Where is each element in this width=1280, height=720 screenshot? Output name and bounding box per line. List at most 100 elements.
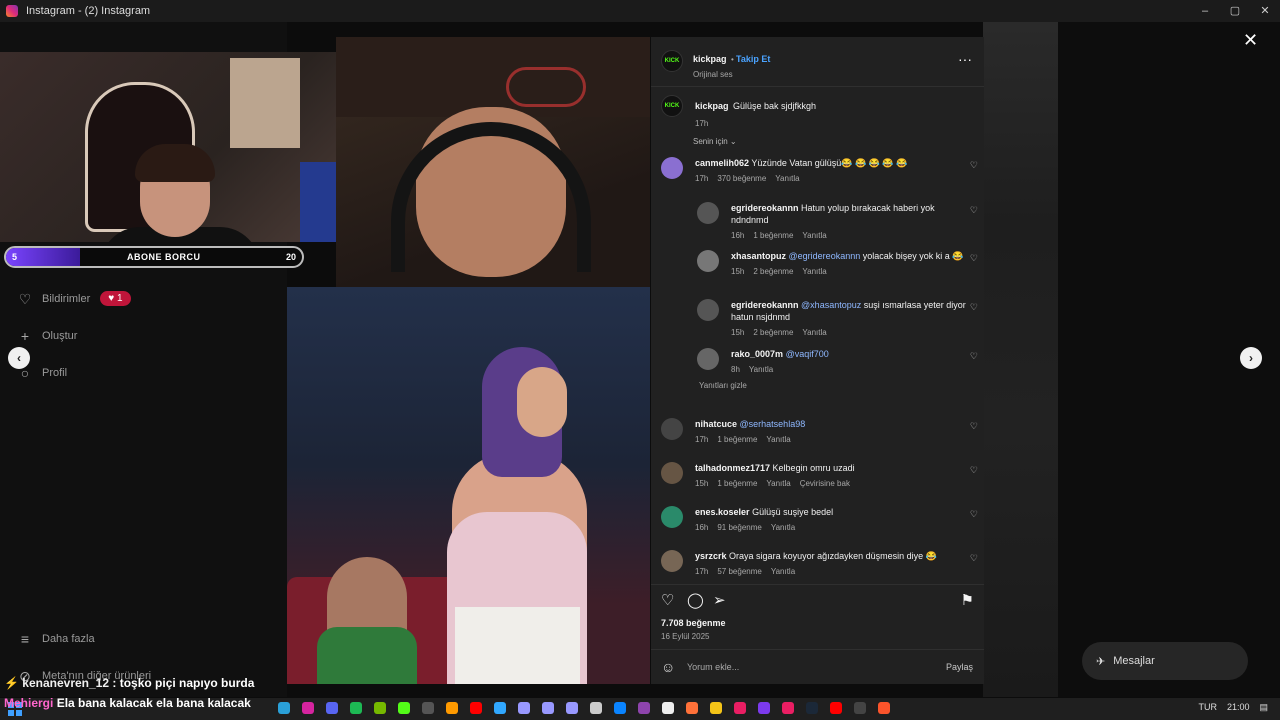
close-window-button[interactable]: ✕ [1250,0,1280,22]
comment-username[interactable]: enes.koseler [695,507,750,517]
bookmark-icon[interactable]: ⚑ [961,591,974,609]
caption-avatar[interactable]: KICK [661,95,683,117]
comment-mention[interactable]: @serhatsehla98 [740,419,806,429]
comment-reply[interactable]: Yanıtla [771,567,795,576]
more-options-icon[interactable]: ··· [958,51,972,67]
comment-username[interactable]: egridereokannn [731,203,799,213]
comment-likes[interactable]: 1 beğenme [753,231,793,240]
like-icon[interactable]: ♡ [661,591,674,609]
comment-likes[interactable]: 1 beğenme [717,435,757,444]
comment-like-icon[interactable]: ♡ [970,509,978,520]
photoshop-icon[interactable] [494,702,506,714]
language-indicator[interactable]: TUR [1198,702,1217,713]
author-avatar[interactable]: KICK [661,50,683,72]
comment-reply[interactable]: Yanıtla [749,365,773,374]
audio-label[interactable]: Orijinal ses [693,70,770,79]
commenter-avatar[interactable] [661,462,683,484]
comment-like-icon[interactable]: ♡ [970,351,978,362]
comment-input[interactable]: Yorum ekle... [687,662,739,672]
comment-like-icon[interactable]: ♡ [970,465,978,476]
media-encoder-icon[interactable] [518,702,530,714]
app-icon[interactable] [782,702,794,714]
commenter-avatar[interactable] [661,506,683,528]
follow-button[interactable]: Takip Et [736,54,770,64]
comment-username[interactable]: xhasantopuz [731,251,786,261]
author-username[interactable]: kickpag [693,54,727,64]
comment-likes[interactable]: 91 beğenme [717,523,761,532]
commenter-avatar[interactable] [697,348,719,370]
comment-like-icon[interactable]: ♡ [970,253,978,264]
commenter-avatar[interactable] [697,299,719,321]
app-icon[interactable] [710,702,722,714]
emoji-icon[interactable]: ☺ [661,659,675,675]
comment-like-icon[interactable]: ♡ [970,160,978,171]
instagram-taskbar-icon[interactable] [302,702,314,714]
app-icon[interactable] [854,702,866,714]
hide-replies-button[interactable]: Yanıtları gizle [699,381,747,390]
minimize-button[interactable]: – [1190,0,1220,22]
comment-reply[interactable]: Yanıtla [775,174,799,183]
comment-username[interactable]: egridereokannn [731,300,799,310]
comment-likes[interactable]: 57 beğenme [717,567,761,576]
commenter-avatar[interactable] [661,418,683,440]
obs-icon[interactable] [422,702,434,714]
reel-video[interactable] [287,287,650,684]
comment-likes[interactable]: 2 beğenme [753,267,793,276]
comment-mention[interactable]: @egridereokannn [789,251,861,261]
comment-username[interactable]: talhadonmez1717 [695,463,770,473]
previous-arrow-icon[interactable]: ‹ [8,347,30,369]
blender-icon[interactable] [446,702,458,714]
like-count[interactable]: 7.708 beğenme [661,618,726,628]
sidebar-item-more[interactable]: ≡ Daha fazla [16,620,151,657]
comment-reply[interactable]: Yanıtla [802,267,826,276]
comment-likes[interactable]: 2 beğenme [753,328,793,337]
comment-username[interactable]: canmelih062 [695,158,749,168]
comment-reply[interactable]: Yanıtla [766,479,790,488]
discord-icon[interactable] [326,702,338,714]
clock[interactable]: 21:00 [1227,702,1250,713]
share-icon[interactable]: ➢ [713,591,726,609]
comment-reply[interactable]: Yanıtla [771,523,795,532]
close-icon[interactable]: ✕ [1243,30,1258,51]
app-icon[interactable] [662,702,674,714]
comment-like-icon[interactable]: ♡ [970,205,978,216]
commenter-avatar[interactable] [697,202,719,224]
kick-icon[interactable] [398,702,410,714]
app-icon[interactable] [758,702,770,714]
firefox-icon[interactable] [686,702,698,714]
comment-likes[interactable]: 370 beğenme [717,174,766,183]
commenter-avatar[interactable] [661,550,683,572]
comment-like-icon[interactable]: ♡ [970,302,978,313]
steam-icon[interactable] [806,702,818,714]
notification-icon[interactable]: ▤ [1259,702,1268,713]
app-icon[interactable] [278,702,290,714]
messages-button[interactable]: ✈ Mesajlar [1082,642,1248,680]
comment-reply[interactable]: Yanıtla [766,435,790,444]
sort-dropdown[interactable]: Senin için ⌄ [693,137,737,146]
edge-icon[interactable] [614,702,626,714]
comment-username[interactable]: rako_0007m [731,349,783,359]
sidebar-item-create[interactable]: + Oluştur [16,317,131,354]
app-icon[interactable] [590,702,602,714]
comment-mention[interactable]: @xhasantopuz [801,300,861,310]
youtube-icon[interactable] [830,702,842,714]
brave-icon[interactable] [878,702,890,714]
comment-likes[interactable]: 1 beğenme [717,479,757,488]
comment-icon[interactable]: ◯ [687,591,704,609]
comment-reply[interactable]: Yanıtla [802,328,826,337]
commenter-avatar[interactable] [661,157,683,179]
premiere-icon[interactable] [566,702,578,714]
next-arrow-icon[interactable]: › [1240,347,1262,369]
comment-like-icon[interactable]: ♡ [970,553,978,564]
comment-mention[interactable]: @vaqif700 [786,349,829,359]
comment-username[interactable]: nihatcuce [695,419,737,429]
after-effects-icon[interactable] [542,702,554,714]
post-comment-button[interactable]: Paylaş [946,662,973,672]
spotify-icon[interactable] [350,702,362,714]
comment-username[interactable]: ysrzcrk [695,551,727,561]
illustrator-icon[interactable] [470,702,482,714]
app-icon[interactable] [638,702,650,714]
comment-translate[interactable]: Çevirisine bak [800,479,850,488]
comment-like-icon[interactable]: ♡ [970,421,978,432]
sidebar-item-notifications[interactable]: ♡ Bildirimler ♥ 1 [16,280,131,317]
